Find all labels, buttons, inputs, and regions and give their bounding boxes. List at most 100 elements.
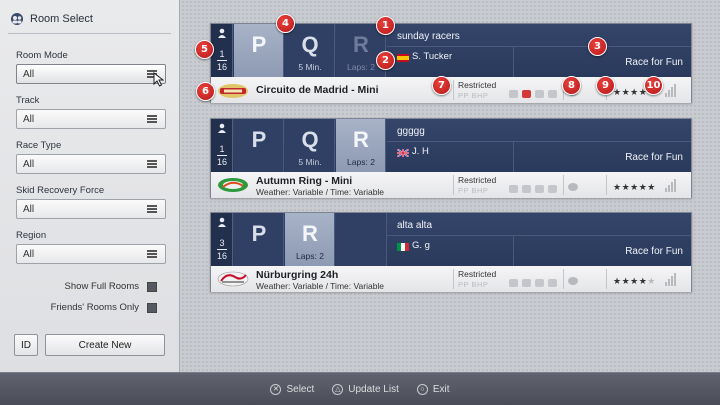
column-divider (453, 175, 454, 195)
skid-recovery-field: Skid Recovery Force All (16, 185, 166, 219)
player-count: 3 16 (211, 213, 233, 266)
row-divider (387, 235, 691, 236)
column-divider (453, 269, 454, 289)
restricted-label: Restricted (458, 269, 497, 279)
car-type-icon (509, 185, 518, 193)
room-card[interactable]: 3 16 P R Laps: 2 alta alta G. g Race for… (210, 212, 692, 292)
sidebar: Room Select Room Mode All Track All Race… (0, 0, 180, 372)
room-header: 1 16 P Q 5 Min. R Laps: 2 ggggg J. H Rac… (211, 119, 691, 172)
room-mode-label: Room Mode (16, 50, 68, 61)
skill-rating: ★★★★★ (613, 276, 656, 287)
region-label: Region (16, 230, 47, 241)
spain-flag-icon (397, 54, 409, 62)
sidebar-title-text: Room Select (30, 13, 93, 25)
stars-on: ★★★★★ (613, 182, 656, 192)
hint-exit[interactable]: ○ Exit (416, 383, 450, 395)
friends-only-toggle[interactable]: Friends' Rooms Only (51, 302, 157, 313)
session-letter: P (251, 32, 267, 57)
callout-marker-7: 7 (432, 76, 451, 95)
session-letter: Q (301, 32, 319, 57)
show-full-rooms-toggle[interactable]: Show Full Rooms (65, 281, 157, 292)
race-type-field: Race Type All (16, 140, 166, 174)
session-sub: 5 Min. (298, 62, 322, 72)
callout-marker-2: 2 (376, 51, 395, 70)
column-divider (453, 80, 454, 100)
session-letter: R (302, 221, 318, 246)
session-race: R Laps: 2 (336, 119, 386, 172)
assist-icon (548, 279, 557, 287)
track-conditions: Weather: Variable / Time: Variable (256, 281, 385, 291)
host-name: G. g (412, 240, 430, 251)
player-count: 1 16 (211, 24, 233, 77)
session-sub: 5 Min. (298, 157, 322, 167)
room-name: sunday racers (397, 31, 460, 42)
italy-flag-icon (397, 243, 409, 251)
restriction-icons (509, 90, 557, 98)
track-conditions: Weather: Variable / Time: Variable (256, 187, 385, 197)
friends-only-checkbox[interactable] (147, 302, 157, 313)
track-name: Nürburgring 24h (256, 269, 339, 281)
hint-select[interactable]: ✕ Select (270, 383, 314, 395)
room-track-info: Nürburgring 24h Weather: Variable / Time… (211, 266, 691, 292)
player-count-max: 16 (216, 157, 227, 167)
session-qualifying: Q 5 Min. (285, 24, 335, 77)
friends-only-label: Friends' Rooms Only (50, 302, 139, 313)
stars-off: ★ (647, 276, 656, 286)
host-name: S. Tucker (412, 51, 453, 62)
session-letter: P (251, 221, 267, 246)
player-count-current: 3 (219, 238, 225, 248)
tire-icon (535, 279, 544, 287)
room-mode-value: All (23, 68, 35, 80)
person-icon (218, 123, 226, 133)
skill-rating: ★★★★★ (613, 182, 656, 193)
pointer-cursor-icon (153, 72, 164, 87)
session-practice: P (234, 119, 284, 172)
connection-signal-icon (665, 84, 676, 97)
row-divider (387, 46, 691, 47)
track-value: All (23, 113, 35, 125)
show-full-rooms-label: Show Full Rooms (64, 281, 139, 292)
room-name: ggggg (397, 126, 425, 137)
skill-rating: ★★★★ (613, 87, 647, 98)
track-label: Track (16, 95, 40, 106)
session-empty (336, 213, 387, 266)
triangle-button-icon: △ (332, 383, 344, 395)
show-full-rooms-checkbox[interactable] (147, 281, 157, 292)
skid-recovery-select[interactable]: All (16, 199, 166, 219)
room-header: 3 16 P R Laps: 2 alta alta G. g Race for… (211, 213, 691, 266)
room-mode-select[interactable]: All (16, 64, 166, 84)
car-restriction-icon (522, 279, 531, 287)
column-divider (563, 269, 564, 289)
callout-marker-5: 5 (195, 40, 214, 59)
hint-update-list[interactable]: △ Update List (332, 383, 399, 395)
race-type-value: All (23, 158, 35, 170)
nurburgring-logo (217, 271, 249, 287)
callout-marker-8: 8 (562, 76, 581, 95)
pp-bhp-label: PP BHP (458, 186, 489, 195)
player-count-max: 16 (216, 62, 227, 72)
room-track-info: Autumn Ring - Mini Weather: Variable / T… (211, 172, 691, 198)
room-card[interactable]: 1 16 P Q 5 Min. R Laps: 2 sunday racers … (210, 23, 692, 103)
pp-bhp-label: PP BHP (458, 280, 489, 289)
hint-update-label: Update List (348, 383, 399, 395)
player-count-current: 1 (219, 49, 225, 59)
room-select-icon (11, 13, 23, 25)
fraction-line (217, 60, 227, 61)
race-type: Race for Fun (625, 152, 683, 163)
column-divider (606, 175, 607, 195)
session-practice: P (234, 213, 284, 266)
room-name: alta alta (397, 220, 433, 231)
room-card[interactable]: 1 16 P Q 5 Min. R Laps: 2 ggggg J. H Rac… (210, 118, 692, 198)
create-new-button[interactable]: Create New (45, 334, 165, 356)
region-select[interactable]: All (16, 244, 166, 264)
row-divider (387, 141, 691, 142)
track-field: Track All (16, 95, 166, 129)
race-type-select[interactable]: All (16, 154, 166, 174)
menu-icon (147, 115, 157, 123)
track-select[interactable]: All (16, 109, 166, 129)
track-name: Circuito de Madrid - Mini (256, 84, 379, 96)
player-count-max: 16 (216, 251, 227, 261)
id-button[interactable]: ID (14, 334, 38, 356)
stars-on: ★★★★ (613, 276, 648, 286)
column-divider (563, 175, 564, 195)
